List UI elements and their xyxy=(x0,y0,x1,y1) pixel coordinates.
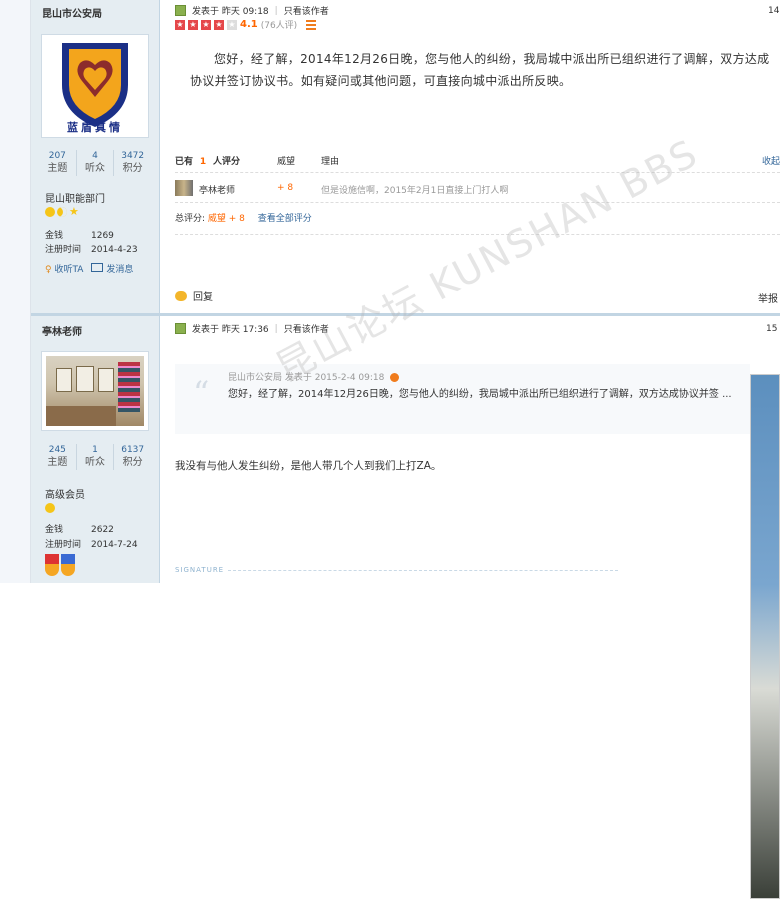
star-icon: ★ xyxy=(175,19,185,30)
quote-text: 您好，经了解，2014年12月26日晚，您与他人的纠纷，我局城中派出所已组织进行… xyxy=(228,389,732,400)
star-icon: ★ xyxy=(201,19,211,30)
rater-name[interactable]: 亭林老师 xyxy=(199,183,235,196)
reply-bubble-icon xyxy=(175,290,187,301)
stat-listeners[interactable]: 4 听众 xyxy=(75,150,114,176)
sun-icon xyxy=(45,503,55,513)
avatar-caption: 蓝盾真情 xyxy=(67,121,123,134)
post-2-time: 发表于 昨天 17:36 xyxy=(192,325,269,335)
post-1-rating: ★ ★ ★ ★ ★ 4.1 (76人评) xyxy=(175,18,317,31)
post-2-medals xyxy=(45,554,75,576)
post-1-actions: ♀ 收听TA 发消息 xyxy=(45,262,133,275)
rating-count[interactable]: (76人评) xyxy=(261,18,297,31)
rate-row: 亭林老师 + 8 但是设施信啊，2015年2月1日直接上门打人啊 xyxy=(175,178,780,198)
envelope-icon xyxy=(91,263,104,272)
post-2-avatar[interactable] xyxy=(41,351,149,431)
divider: | xyxy=(274,323,278,334)
post-1-user-group[interactable]: 昆山职能部门 xyxy=(45,190,105,205)
star-empty-icon: ★ xyxy=(227,19,237,30)
post-1-meta: 发表于 昨天 09:18 | 只看该作者 xyxy=(175,4,329,17)
rating-chart-icon[interactable] xyxy=(306,19,317,30)
post-2-floor[interactable]: 15 xyxy=(766,324,777,334)
divider xyxy=(175,234,780,235)
view-all-ratings-link[interactable]: 查看全部评分 xyxy=(258,214,312,224)
post-1-register-date: 注册时间 2014-4-23 xyxy=(45,245,138,255)
quote-block: “ 昆山市公安局 发表于 2015-2-4 09:18 您好，经了解，2014年… xyxy=(175,364,750,434)
stat-points[interactable]: 6137 积分 xyxy=(113,444,151,470)
divider: | xyxy=(274,5,278,16)
post-1-author-sidebar: 昆山市公安局 蓝盾真情 207 主题 4 听众 3472 积分 昆山职能部门 ★ 金钱… xyxy=(31,0,160,313)
reply-button[interactable]: 回复 xyxy=(175,288,213,303)
post-2-body: 发表于 昨天 17:36 | 只看该作者 15 “ 昆山市公安局 发表于 201… xyxy=(160,316,780,899)
only-author-link[interactable]: 只看该作者 xyxy=(284,322,329,335)
only-author-link[interactable]: 只看该作者 xyxy=(284,4,329,17)
post-2-author-stats: 245 主题 1 听众 6137 积分 xyxy=(39,444,151,470)
moon-icon xyxy=(57,207,67,217)
post-2-register-date: 注册时间 2014-7-24 xyxy=(45,540,138,550)
post-2-user-group[interactable]: 高级会员 xyxy=(45,486,85,501)
post-1-floor[interactable]: 14 xyxy=(768,6,779,16)
divider xyxy=(175,172,780,173)
quote-mark-icon: “ xyxy=(193,374,210,412)
message-link[interactable]: 发消息 xyxy=(91,262,133,275)
post-1-author-name[interactable]: 昆山市公安局 xyxy=(42,5,102,20)
follow-icon: ♀ xyxy=(45,265,52,275)
post-1-author-stats: 207 主题 4 听众 3472 积分 xyxy=(39,150,151,176)
sun-icon xyxy=(45,207,55,217)
rating-score: 4.1 xyxy=(240,19,258,30)
post-1-content: 您好，经了解，2014年12月26日晚，您与他人的纠纷，我局城中派出所已组织进行… xyxy=(190,52,770,88)
rate-points: + 8 xyxy=(277,183,294,193)
post-2-author-name[interactable]: 亭林老师 xyxy=(42,323,82,338)
follow-link[interactable]: ♀ 收听TA xyxy=(45,262,83,275)
post-1-level-icons: ★ xyxy=(45,205,79,218)
rate-header: 已有 1 人评分 威望 理由 收起 xyxy=(175,154,780,167)
stat-points[interactable]: 3472 积分 xyxy=(113,150,151,176)
collapse-link[interactable]: 收起 xyxy=(762,154,780,167)
rater-avatar[interactable] xyxy=(175,180,193,196)
star-icon: ★ xyxy=(69,205,79,218)
divider xyxy=(175,202,780,203)
star-icon: ★ xyxy=(214,19,224,30)
goto-post-icon[interactable] xyxy=(390,373,400,382)
stat-threads[interactable]: 207 主题 xyxy=(39,150,76,176)
post-2-meta: 发表于 昨天 17:36 | 只看该作者 xyxy=(175,322,329,335)
avatar-photo xyxy=(46,356,144,426)
post-2-content: 我没有与他人发生纠纷，是他人带几个人到我们上打ZA。 xyxy=(175,460,442,472)
post-2-level-icons xyxy=(45,503,55,513)
medal-icon[interactable] xyxy=(45,554,59,576)
report-link[interactable]: 举报 xyxy=(758,290,778,305)
online-user-icon xyxy=(175,5,186,16)
post-2-author-sidebar: 亭林老师 245 主题 1 听众 6137 积分 高级会员 金钱 2622 注册时间 20… xyxy=(31,316,160,583)
stat-listeners[interactable]: 1 听众 xyxy=(75,444,114,470)
medal-icon[interactable] xyxy=(61,554,75,576)
stat-threads[interactable]: 245 主题 xyxy=(39,444,76,470)
page-left-gutter xyxy=(0,0,31,583)
post-1-avatar[interactable]: 蓝盾真情 xyxy=(41,34,149,138)
star-icon: ★ xyxy=(188,19,198,30)
online-user-icon xyxy=(175,323,186,334)
rate-total: 总评分: 威望 + 8 查看全部评分 xyxy=(175,214,312,224)
post-1-money: 金钱 1269 xyxy=(45,231,114,241)
rate-reason: 但是设施信啊，2015年2月1日直接上门打人啊 xyxy=(321,186,509,196)
post-1-time: 发表于 昨天 09:18 xyxy=(192,7,269,17)
post-2-attached-image[interactable] xyxy=(750,374,780,899)
signature-divider: SIGNATURE xyxy=(175,566,619,574)
quote-header: 昆山市公安局 发表于 2015-2-4 09:18 xyxy=(228,370,400,383)
post-2-money: 金钱 2622 xyxy=(45,525,114,535)
post-1-body: 发表于 昨天 09:18 | 只看该作者 14 ★ ★ ★ ★ ★ 4.1 (76人评)… xyxy=(160,0,780,313)
